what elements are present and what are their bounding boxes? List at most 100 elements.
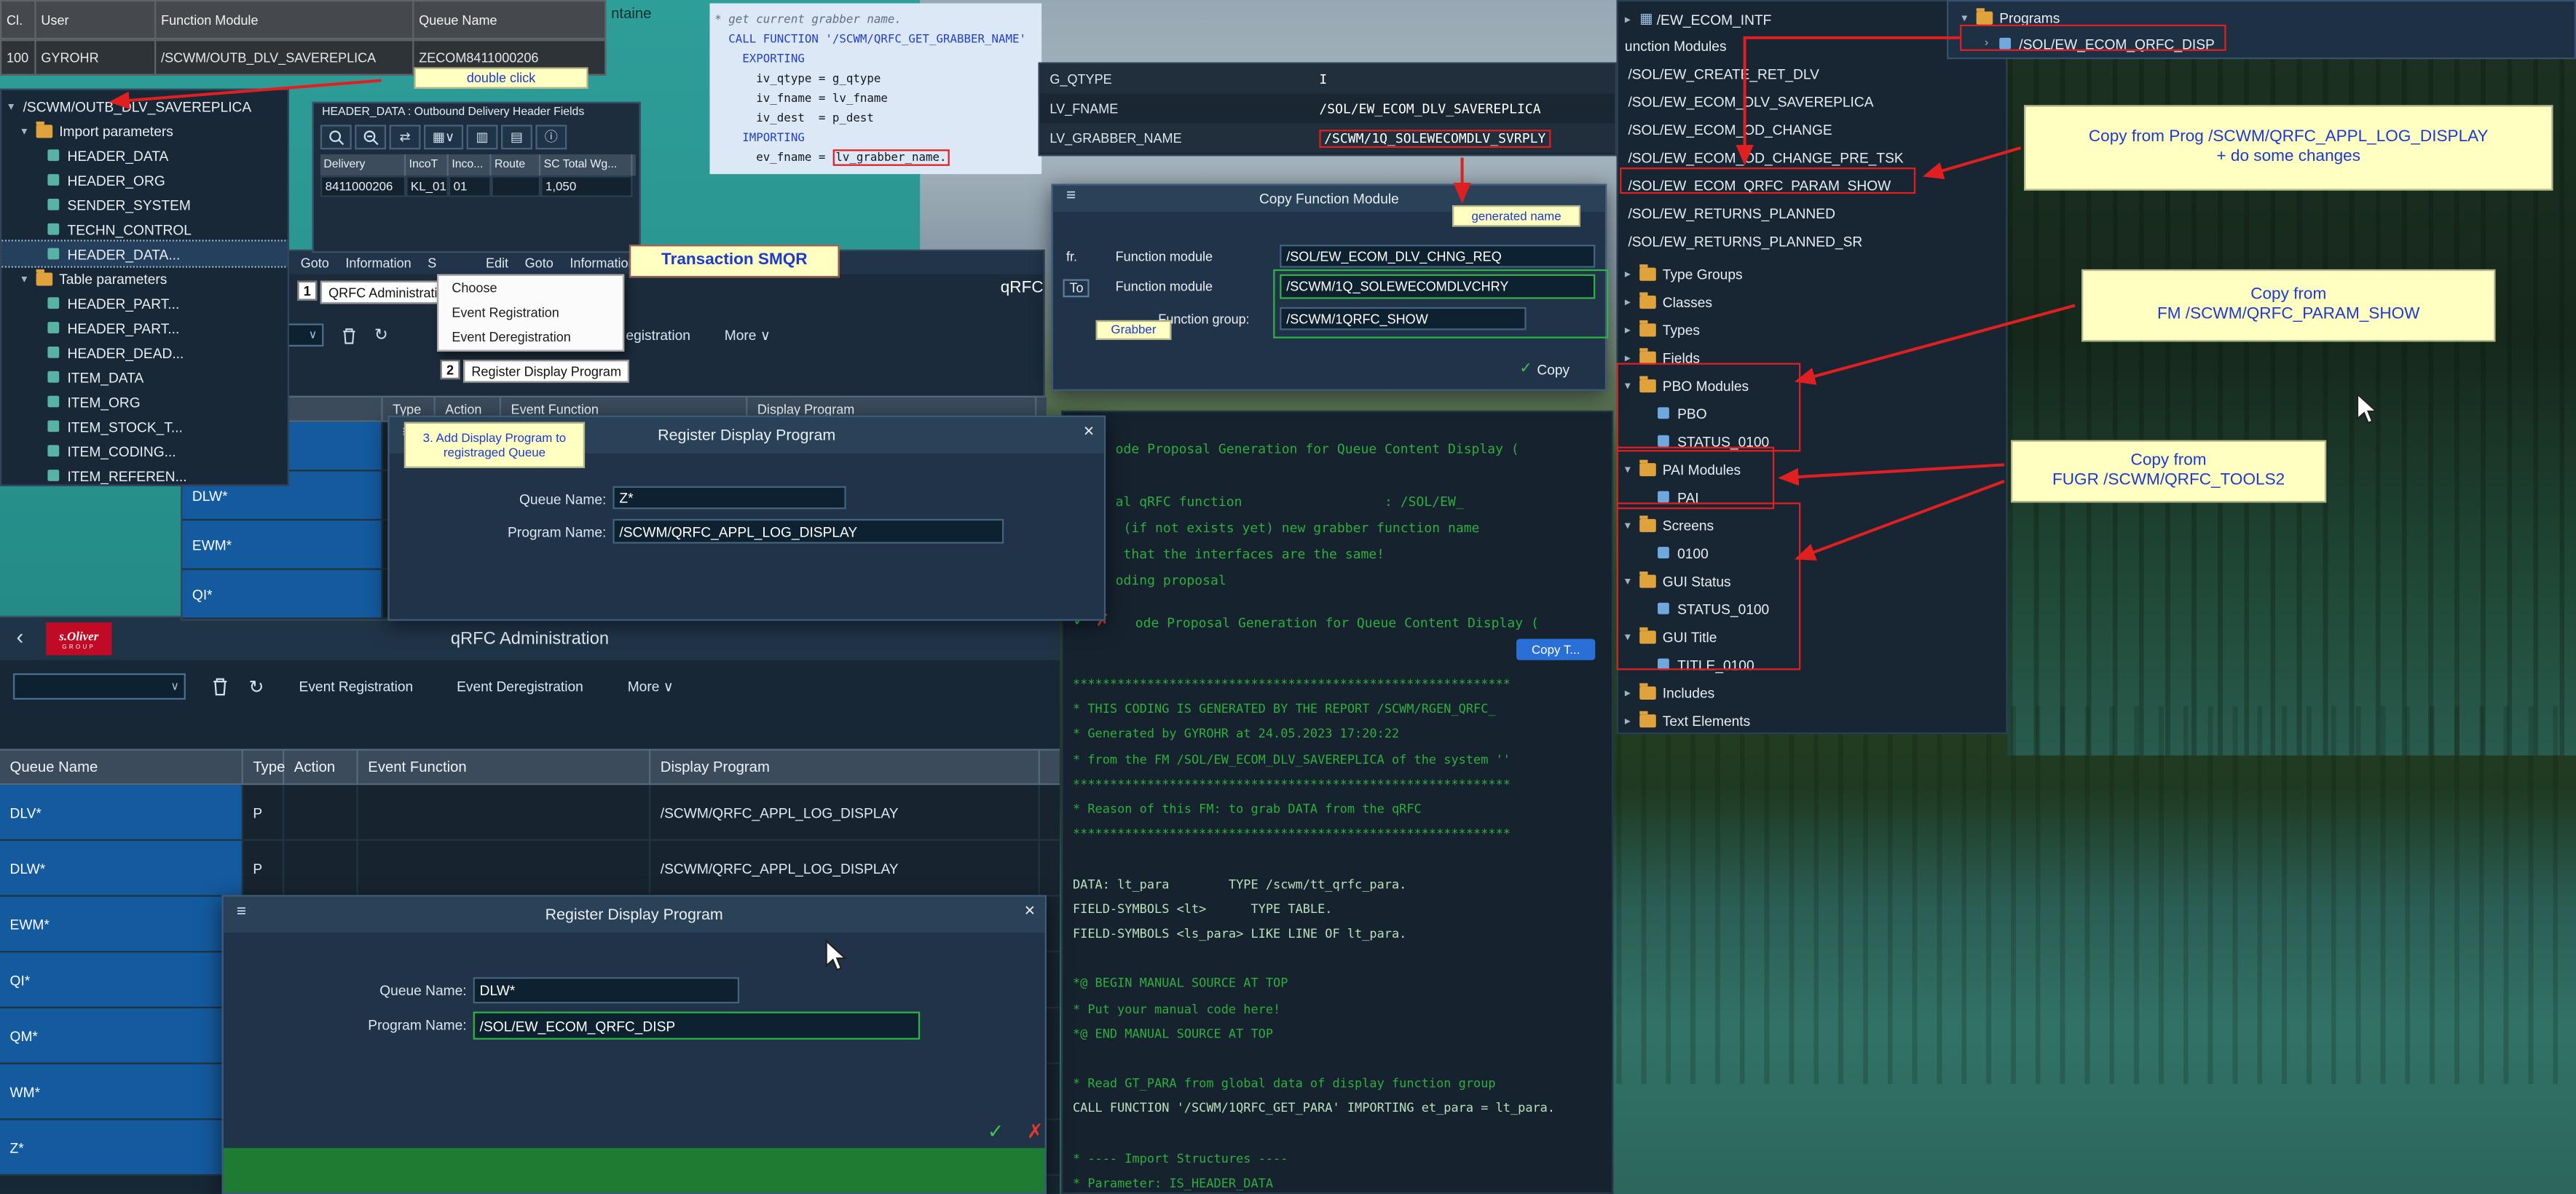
function-module-item[interactable]: /SOL/EW_ECOM_QRFC_PARAM_SHOW <box>1628 173 1891 197</box>
menu-item[interactable]: Goto <box>525 256 554 270</box>
tree-leaf-item[interactable]: STATUS_0100 <box>1658 429 1769 454</box>
tree-item[interactable]: ITEM_DATA <box>1 365 287 390</box>
queue-name-cell[interactable]: DLV* <box>0 785 243 839</box>
context-menu-item[interactable]: Event Registration <box>438 301 623 325</box>
delivery-cell[interactable]: 01 <box>449 175 492 197</box>
cancel-icon[interactable]: ✗ <box>1027 1120 1044 1143</box>
tree-group[interactable]: ▾Table parameters <box>1 266 287 290</box>
tree-item[interactable]: HEADER_DATA <box>1 143 287 167</box>
queue-name-cell[interactable]: EWM* <box>0 897 243 951</box>
tree-item[interactable]: ITEM_CODING... <box>1 438 287 463</box>
menu-item[interactable]: Edit <box>486 256 508 270</box>
expander-icon[interactable]: ▾ <box>1625 379 1639 392</box>
function-module-item[interactable]: /SOL/EW_ECOM_OD_CHANGE <box>1628 116 1832 141</box>
function-module-item[interactable]: /SOL/EW_RETURNS_PLANNED_SR <box>1628 229 1862 253</box>
function-module-item[interactable]: /SOL/EW_ECOM_OD_CHANGE_PRE_TSK <box>1628 145 1903 170</box>
tree-node-item[interactable]: ▸Classes <box>1625 289 1712 314</box>
layout-dropdown-icon[interactable]: ▦∨ <box>424 124 463 149</box>
expander-icon[interactable]: ▾ <box>1625 462 1639 475</box>
expander-icon[interactable]: ▸ <box>1625 686 1639 699</box>
delivery-cell[interactable]: 1,050 <box>540 175 632 197</box>
close-icon[interactable]: × <box>1084 422 1095 442</box>
tree-node-item[interactable]: ▸Fields <box>1625 345 1700 370</box>
table-row[interactable]: DLW*P/SCWM/QRFC_APPL_LOG_DISPLAY <box>0 841 1060 897</box>
debugger-row[interactable]: G_QTYPEI <box>1040 64 1615 94</box>
tree-node-item[interactable]: ▸Includes <box>1625 680 1714 705</box>
back-icon[interactable]: ‹ <box>17 624 24 649</box>
debugger-row[interactable]: LV_FNAME/SOL/EW_ECOM_DLV_SAVEREPLICA <box>1040 94 1615 124</box>
queue-name-cell[interactable]: DLW* <box>0 841 243 895</box>
program-name-input[interactable]: /SCWM/QRFC_APPL_LOG_DISPLAY <box>613 519 1004 544</box>
tree-item[interactable]: HEADER_ORG <box>1 167 287 192</box>
tree-node-item[interactable]: ▸Type Groups <box>1625 261 1743 286</box>
tree-leaf-item[interactable]: PBO <box>1658 400 1707 425</box>
tree-item[interactable]: ITEM_REFEREN... <box>1 463 287 486</box>
queue-name-cell[interactable]: QI* <box>182 570 382 617</box>
expander-icon[interactable]: ▾ <box>1625 630 1639 643</box>
menu-item[interactable]: Goto <box>301 256 329 270</box>
menu-icon[interactable]: ≡ <box>237 904 246 922</box>
tree-node-item[interactable]: ▾GUI Title <box>1625 624 1717 649</box>
search-next-icon[interactable] <box>355 124 386 149</box>
expander-icon[interactable]: ▸ <box>1625 267 1639 280</box>
tree-node-item[interactable]: ▾GUI Status <box>1625 568 1731 593</box>
search-icon[interactable] <box>320 124 352 149</box>
from-fm-input[interactable]: /SOL/EW_ECOM_DLV_CHNG_REQ <box>1280 245 1595 268</box>
tree-item[interactable]: HEADER_PART... <box>1 290 287 315</box>
function-module-item[interactable]: /SOL/EW_CREATE_RET_DLV <box>1628 60 1819 85</box>
tree-root[interactable]: ▾/SCWM/OUTB_DLV_SAVEREPLICA <box>1 94 287 119</box>
context-menu-item[interactable]: Choose <box>438 276 623 301</box>
delivery-cell[interactable] <box>491 175 540 197</box>
caller-cell[interactable]: /SCWM/OUTB_DLV_SAVEREPLICA <box>154 39 414 76</box>
menu-item[interactable]: S <box>428 256 436 270</box>
to-fm-input[interactable]: /SCWM/1Q_SOLEWECOMDLVCHRY <box>1280 274 1595 299</box>
delivery-cell[interactable]: KL_01 <box>406 175 449 197</box>
info-icon[interactable]: ⓘ <box>535 124 567 149</box>
function-modules-node[interactable]: unction Modules <box>1625 33 1727 58</box>
delivery-cell[interactable]: 8411000206 <box>320 175 406 197</box>
close-icon[interactable]: × <box>1025 901 1036 921</box>
delete-icon[interactable] <box>336 323 360 347</box>
tree-node-item[interactable]: ▸Types <box>1625 317 1700 341</box>
header-data-row[interactable]: 8411000206KL_0101 1,050 <box>320 175 636 197</box>
sort-icon[interactable]: ⇄ <box>390 124 421 149</box>
table-view-icon[interactable]: ▤ <box>501 124 532 149</box>
queue-name-input[interactable]: DLW* <box>473 977 739 1003</box>
copy-confirm-button[interactable]: ✓ Copy <box>1520 360 1570 378</box>
tree-leaf-item[interactable]: STATUS_0100 <box>1658 596 1769 621</box>
event-registration-button[interactable]: Event Registration <box>299 679 414 695</box>
queue-name-cell[interactable]: EWM* <box>182 521 382 568</box>
debugger-row[interactable]: LV_GRABBER_NAME/SCWM/1Q_SOLEWECOMDLV_SVR… <box>1040 123 1615 153</box>
expander-icon[interactable]: ▸ <box>1625 351 1639 364</box>
event-deregistration-button[interactable]: Event Deregistration <box>457 679 583 695</box>
window-title-bar[interactable]: ‹ s.Oliver GROUP qRFC Administration <box>0 617 1060 660</box>
queue-filter-select[interactable]: ∨ <box>13 673 186 700</box>
queue-name-cell[interactable]: QI* <box>0 952 243 1006</box>
expander-icon[interactable]: ▾ <box>1625 518 1639 531</box>
export-icon[interactable]: ▥ <box>467 124 498 149</box>
more-menu[interactable]: More ∨ <box>628 679 674 697</box>
tree-node-item[interactable]: ▾PBO Modules <box>1625 373 1749 398</box>
tree-leaf-item[interactable]: TITLE_0100 <box>1658 652 1754 677</box>
tree-node-item[interactable]: ▾Screens <box>1625 513 1714 537</box>
navigator-top-item[interactable]: ▸▦ /EW_ECOM_INTF <box>1625 7 1771 31</box>
program-name-input[interactable]: /SOL/EW_ECOM_QRFC_DISP <box>473 1012 921 1040</box>
tree-item[interactable]: HEADER_DATA... <box>1 242 287 266</box>
dialog-title-bar[interactable]: ≡ Register Display Program × <box>224 897 1045 933</box>
caller-cell[interactable]: 100 <box>0 39 36 76</box>
expander-icon[interactable]: ▾ <box>21 272 36 285</box>
tree-node-item[interactable]: ▾PAI Modules <box>1625 456 1741 481</box>
delete-icon[interactable] <box>207 673 233 700</box>
programs-node[interactable]: ▾ Programs <box>1961 5 2060 30</box>
tree-item[interactable]: ITEM_STOCK_T... <box>1 414 287 438</box>
queue-name-cell[interactable]: QM* <box>0 1008 243 1062</box>
context-menu-item[interactable]: Event Deregistration <box>438 325 623 350</box>
expander-icon[interactable]: ▸ <box>1625 295 1639 308</box>
tree-item[interactable]: SENDER_SYSTEM <box>1 192 287 217</box>
expander-icon[interactable]: ▾ <box>21 124 36 137</box>
event-deregistration-partial[interactable]: egistration <box>626 327 690 344</box>
menu-icon[interactable]: ≡ <box>1066 187 1076 205</box>
caller-cell[interactable]: GYROHR <box>34 39 156 76</box>
queue-name-input[interactable]: Z* <box>613 486 846 510</box>
menu-item[interactable]: Information <box>570 256 635 270</box>
